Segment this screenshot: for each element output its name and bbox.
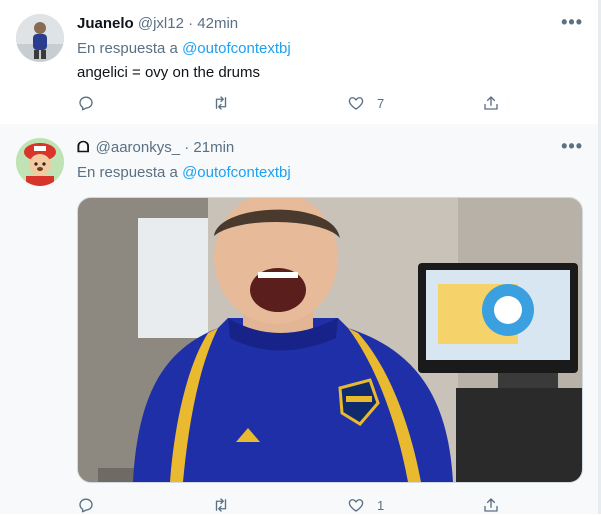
reply-button[interactable] bbox=[77, 92, 107, 114]
reply-context: En respuesta a @outofcontextbj bbox=[77, 39, 291, 59]
like-button[interactable]: 7 bbox=[347, 92, 384, 114]
retweet-icon bbox=[215, 96, 227, 110]
timestamp[interactable]: 42min bbox=[197, 15, 238, 32]
tweet-text: angelici = ovy on the drums bbox=[77, 64, 261, 81]
timestamp[interactable]: 21min bbox=[193, 139, 234, 156]
retweet-button[interactable] bbox=[212, 494, 242, 516]
separator: · bbox=[184, 139, 190, 156]
reply-button[interactable] bbox=[77, 494, 107, 516]
like-count: 7 bbox=[377, 95, 385, 111]
reply-icon bbox=[79, 498, 93, 513]
like-button[interactable]: 1 bbox=[347, 494, 384, 516]
reply-prefix: En respuesta a bbox=[77, 40, 178, 57]
like-count: 1 bbox=[377, 497, 385, 513]
media-photo bbox=[78, 198, 582, 482]
reply-context: En respuesta a @outofcontextbj bbox=[77, 163, 291, 183]
avatar[interactable] bbox=[16, 138, 64, 186]
tweet-header: Juanelo @jxl12 · 42min bbox=[77, 14, 238, 34]
tweet-header: ᗝ @aaronkys_ · 21min bbox=[77, 138, 234, 158]
author-name[interactable]: ᗝ bbox=[77, 139, 89, 156]
like-icon bbox=[348, 499, 364, 512]
reply-mention-link[interactable]: @outofcontextbj bbox=[182, 40, 291, 57]
avatar-image bbox=[16, 138, 64, 186]
like-icon bbox=[348, 97, 364, 110]
tweet-actions: 1 bbox=[77, 494, 507, 516]
more-icon[interactable]: ••• bbox=[561, 12, 583, 32]
author-handle[interactable]: @aaronkys_ bbox=[96, 139, 180, 156]
tweet-actions: 7 bbox=[77, 92, 507, 114]
share-icon bbox=[484, 498, 498, 512]
separator: · bbox=[188, 15, 194, 32]
avatar-image bbox=[16, 14, 64, 62]
retweet-icon bbox=[215, 498, 227, 512]
reply-icon bbox=[79, 96, 93, 111]
tweet-media-image[interactable] bbox=[77, 197, 583, 483]
share-button[interactable] bbox=[482, 92, 512, 114]
reply-mention-link[interactable]: @outofcontextbj bbox=[182, 164, 291, 181]
retweet-button[interactable] bbox=[212, 92, 242, 114]
tweet-card[interactable]: ᗝ @aaronkys_ · 21min ••• En respuesta a … bbox=[0, 124, 601, 514]
avatar[interactable] bbox=[16, 14, 64, 62]
reply-prefix: En respuesta a bbox=[77, 164, 178, 181]
tweet-card[interactable]: Juanelo @jxl12 · 42min ••• En respuesta … bbox=[0, 0, 601, 125]
more-icon[interactable]: ••• bbox=[561, 136, 583, 156]
share-button[interactable] bbox=[482, 494, 512, 516]
share-icon bbox=[484, 96, 498, 110]
author-name[interactable]: Juanelo bbox=[77, 15, 134, 32]
author-handle[interactable]: @jxl12 bbox=[138, 15, 184, 32]
